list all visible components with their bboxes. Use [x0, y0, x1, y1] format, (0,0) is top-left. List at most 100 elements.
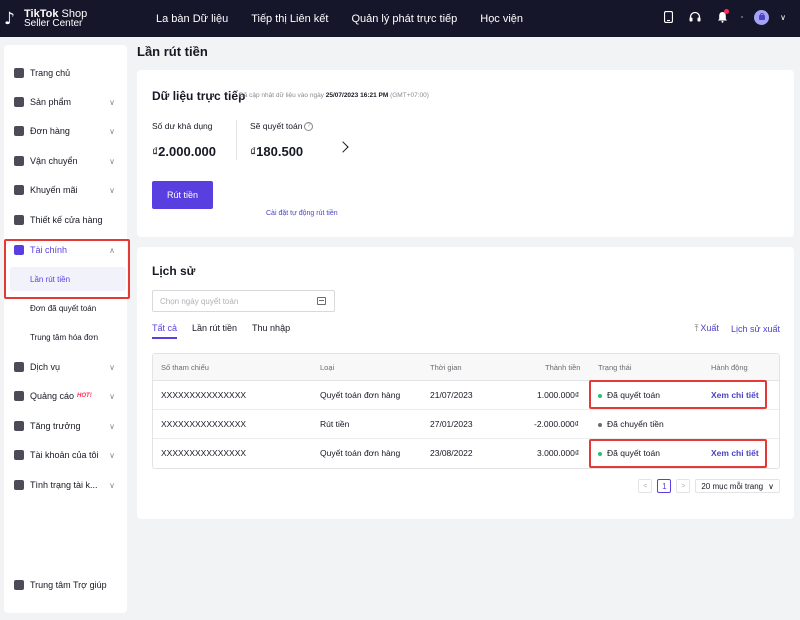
sidebar-item-store-design[interactable]: Thiết kế cửa hàng: [4, 210, 127, 230]
sidebar-subitem-invoice-center[interactable]: Trung tâm hóa đơn: [4, 325, 127, 349]
topnav-live-management[interactable]: Quản lý phát trực tiếp: [351, 13, 457, 25]
chevron-down-icon: ∨: [109, 156, 115, 166]
available-balance-value: ₫2.000.000: [152, 144, 217, 159]
chevron-right-icon[interactable]: [337, 141, 349, 153]
brand-name: TikTok Shop: [24, 7, 88, 20]
view-details-link[interactable]: Xem chi tiết: [711, 448, 759, 458]
home-icon: [14, 68, 24, 78]
cell-amount: -2.000.000₫: [534, 419, 580, 429]
avatar[interactable]: [754, 9, 770, 25]
auto-withdraw-settings-link[interactable]: Cài đặt tự động rút tiền: [266, 210, 338, 217]
chevron-down-icon: ∨: [109, 97, 115, 107]
withdraw-button[interactable]: Rút tiền: [152, 181, 213, 209]
tab-income[interactable]: Thu nhập: [252, 323, 290, 339]
export-history-link[interactable]: Lịch sử xuất: [731, 324, 780, 334]
available-balance-label: Số dư khả dụng: [152, 121, 213, 131]
top-navigation: La bàn Dữ liệu Tiếp thị Liên kết Quản lý…: [156, 13, 546, 25]
column-header-time: Thời gian: [430, 362, 462, 372]
divider: [236, 120, 237, 160]
sidebar: Trang chủ Sản phẩm ∨ Đơn hàng ∨ Vận chuy…: [4, 45, 127, 613]
truck-icon: [14, 156, 24, 166]
live-data-title: Dữ liệu trực tiếp: [152, 89, 246, 103]
sidebar-item-finance[interactable]: Tài chính ∧: [4, 240, 127, 260]
sidebar-item-home[interactable]: Trang chủ: [4, 63, 127, 83]
sidebar-item-my-account[interactable]: Tài khoản của tôi ∨: [4, 445, 127, 465]
topnav-data-compass[interactable]: La bàn Dữ liệu: [156, 13, 228, 25]
export-button[interactable]: ⤒ Xuất: [694, 323, 719, 334]
megaphone-icon: [14, 185, 24, 195]
page-size-select[interactable]: 20 mục mỗi trang ∨: [695, 479, 780, 493]
page-number-button[interactable]: 1: [657, 479, 672, 493]
tab-all[interactable]: Tất cả: [152, 323, 178, 339]
ads-icon: [14, 391, 24, 401]
column-header-type: Loại: [320, 362, 335, 372]
table-row: XXXXXXXXXXXXXXX Rút tiền 27/01/2023 -2.0…: [153, 410, 779, 439]
cell-status: Đã quyết toán: [598, 448, 660, 458]
help-circle-icon[interactable]: ?: [304, 122, 314, 132]
sidebar-item-label: Khuyến mãi: [30, 185, 78, 195]
sidebar-item-help-center[interactable]: Trung tâm Trợ giúp: [4, 575, 127, 595]
chevron-down-icon: ∨: [109, 362, 115, 372]
sidebar-item-label: Dịch vụ: [30, 362, 61, 372]
headset-icon[interactable]: [687, 9, 703, 25]
phone-icon[interactable]: [660, 9, 676, 25]
chevron-down-icon: ∨: [768, 481, 774, 491]
cell-reference: XXXXXXXXXXXXXXX: [161, 419, 247, 429]
sidebar-item-label: Thiết kế cửa hàng: [30, 215, 103, 225]
card-icon: [14, 245, 24, 255]
table-header: Số tham chiếu Loại Thời gian Thành tiền …: [153, 354, 779, 381]
chevron-up-icon: ∧: [109, 245, 115, 255]
history-title: Lịch sử: [152, 264, 196, 278]
calendar-icon[interactable]: [317, 297, 326, 305]
prev-page-button[interactable]: <: [638, 479, 653, 493]
sidebar-item-services[interactable]: Dịch vụ ∨: [4, 357, 127, 377]
chevron-down-icon: ∨: [109, 480, 115, 490]
topnav-academy[interactable]: Học viện: [480, 13, 523, 25]
cell-time: 27/01/2023: [430, 419, 473, 429]
shield-icon: [14, 480, 24, 490]
sidebar-item-label: Trang chủ: [30, 68, 71, 78]
sidebar-item-account-health[interactable]: Tình trạng tài k... ∨: [4, 475, 127, 495]
sidebar-subitem-settled-orders[interactable]: Đơn đã quyết toán: [4, 296, 127, 320]
cell-status: Đã chuyển tiền: [598, 419, 664, 429]
sidebar-item-label: Trung tâm Trợ giúp: [30, 580, 107, 590]
sidebar-item-label: Đơn hàng: [30, 126, 70, 136]
sidebar-item-promotions[interactable]: Khuyến mãi ∨: [4, 180, 127, 200]
tab-withdrawals[interactable]: Lần rút tiền: [192, 323, 237, 339]
cell-amount: 3.000.000₫: [537, 448, 580, 458]
bell-icon[interactable]: [714, 9, 730, 25]
tiktok-shop-logo[interactable]: ♪ TikTok Shop Seller Center: [4, 7, 144, 29]
topnav-affiliate[interactable]: Tiếp thị Liên kết: [251, 13, 328, 25]
sidebar-item-ads[interactable]: Quảng cáo HOT! ∨: [4, 386, 127, 406]
status-dot-green: [598, 393, 602, 398]
sidebar-subitem-withdrawals[interactable]: Lần rút tiền: [10, 267, 126, 291]
status-dot-gray: [598, 422, 602, 427]
brand-subtitle: Seller Center: [24, 17, 83, 29]
view-details-link[interactable]: Xem chi tiết: [711, 390, 759, 400]
last-updated-text: Đã cập nhật dữ liệu vào ngày 25/07/2023 …: [239, 92, 429, 99]
cell-type: Quyết toán đơn hàng: [320, 448, 401, 458]
settlement-date-picker[interactable]: [152, 290, 335, 312]
history-table: Số tham chiếu Loại Thời gian Thành tiền …: [152, 353, 780, 469]
upload-icon: ⤒: [694, 323, 699, 333]
table-row: XXXXXXXXXXXXXXX Quyết toán đơn hàng 23/0…: [153, 439, 779, 468]
column-header-status: Trạng thái: [598, 362, 632, 372]
pagination: < 1 > 20 mục mỗi trang ∨: [638, 479, 780, 493]
cell-type: Rút tiền: [320, 419, 350, 429]
sidebar-item-shipping[interactable]: Vận chuyển ∨: [4, 151, 127, 171]
sidebar-item-growth[interactable]: Tăng trưởng ∨: [4, 416, 127, 436]
separator-dot: [741, 16, 744, 18]
chevron-down-icon: ∨: [109, 421, 115, 431]
sidebar-item-products[interactable]: Sản phẩm ∨: [4, 92, 127, 112]
sidebar-item-label: Tài khoản của tôi: [30, 450, 99, 460]
sidebar-item-orders[interactable]: Đơn hàng ∨: [4, 121, 127, 141]
chevron-down-icon[interactable]: ∨: [780, 13, 786, 22]
chevron-down-icon: ∨: [109, 450, 115, 460]
cell-type: Quyết toán đơn hàng: [320, 390, 401, 400]
settlement-date-input[interactable]: [153, 296, 313, 306]
next-page-button[interactable]: >: [676, 479, 691, 493]
account-icon: [14, 450, 24, 460]
cell-reference: XXXXXXXXXXXXXXX: [161, 448, 247, 458]
sidebar-item-label: Tài chính: [30, 245, 68, 255]
hot-badge: HOT!: [77, 393, 92, 399]
